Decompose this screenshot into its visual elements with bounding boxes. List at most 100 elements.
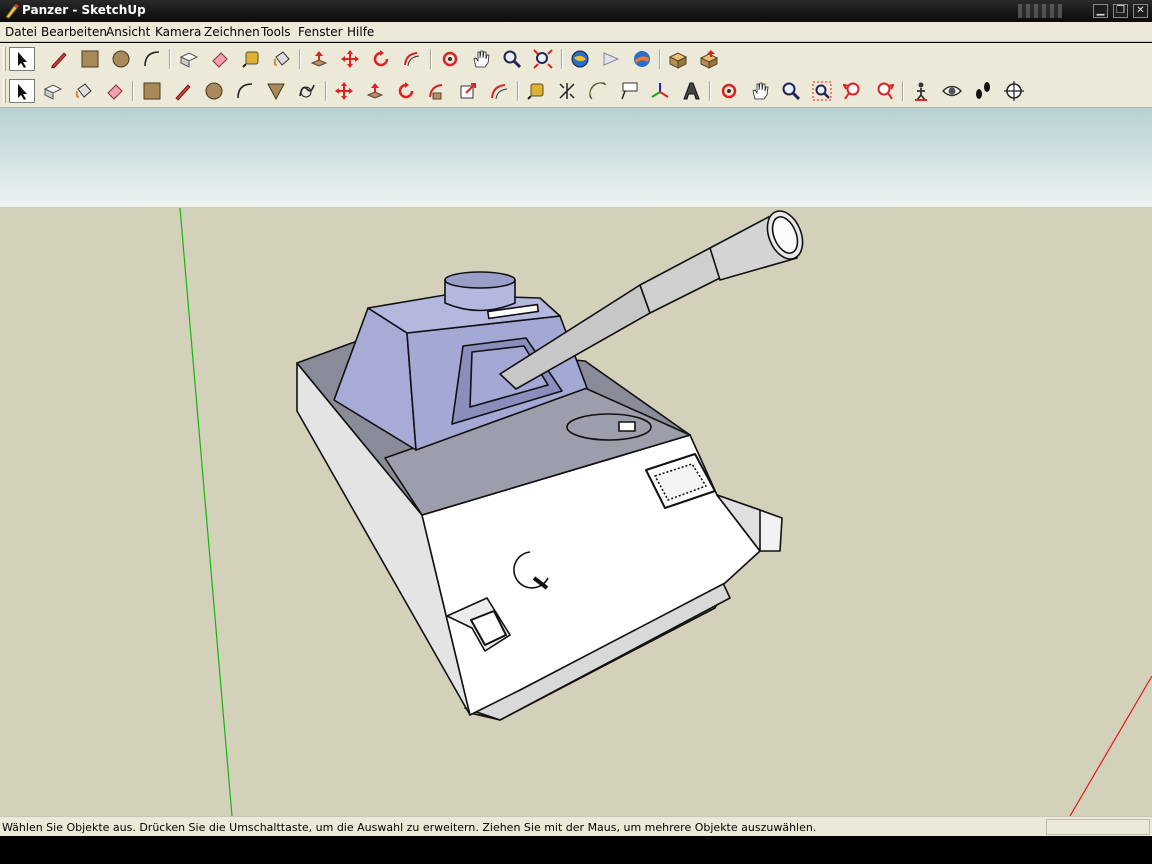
dimension-tool-button[interactable] bbox=[554, 79, 580, 103]
close-button[interactable]: ✕ bbox=[1133, 4, 1148, 18]
scale-tool-button[interactable] bbox=[455, 79, 481, 103]
arc-tool-button[interactable] bbox=[139, 47, 165, 71]
follow-me-button[interactable] bbox=[399, 47, 425, 71]
select-arrow-icon bbox=[18, 52, 27, 68]
axes-tool-button[interactable] bbox=[647, 79, 673, 103]
zoom-extents-button[interactable] bbox=[530, 47, 556, 71]
rotate-tool-button[interactable] bbox=[393, 79, 419, 103]
text-label-icon bbox=[621, 82, 638, 100]
circle-tool-button[interactable] bbox=[108, 47, 134, 71]
arc-tool-button[interactable] bbox=[232, 79, 258, 103]
paint-bucket-icon bbox=[75, 83, 92, 98]
rectangle-tool-button[interactable] bbox=[77, 47, 103, 71]
zoom-tool-button[interactable] bbox=[499, 47, 525, 71]
share-model-icon bbox=[603, 52, 620, 66]
taskbar-area bbox=[0, 836, 1152, 864]
pan-tool-button[interactable] bbox=[747, 79, 773, 103]
polygon-tool-button[interactable] bbox=[263, 79, 289, 103]
toolbar-separator bbox=[709, 81, 711, 101]
protractor-tool-button[interactable] bbox=[585, 79, 611, 103]
eraser-icon bbox=[107, 84, 123, 100]
menu-tools[interactable]: Tools bbox=[261, 25, 291, 39]
menu-bar: Datei Bearbeiten Ansicht Kamera Zeichnen… bbox=[0, 22, 1152, 42]
move-icon bbox=[335, 82, 353, 100]
eraser-tool-button[interactable] bbox=[207, 47, 233, 71]
share-model-button[interactable] bbox=[598, 47, 624, 71]
orbit-tool-button[interactable] bbox=[437, 47, 463, 71]
3d-warehouse-button[interactable] bbox=[567, 47, 593, 71]
status-message: Wählen Sie Objekte aus. Drücken Sie die … bbox=[2, 821, 817, 834]
line-tool-button[interactable] bbox=[46, 47, 72, 71]
position-camera-icon bbox=[915, 82, 927, 101]
rectangle-tool-button[interactable] bbox=[139, 79, 165, 103]
menu-datei[interactable]: Datei bbox=[5, 25, 37, 39]
walk-icon bbox=[976, 82, 990, 99]
menu-zeichnen[interactable]: Zeichnen bbox=[204, 25, 260, 39]
measurements-box[interactable] bbox=[1046, 819, 1150, 835]
look-around-button[interactable] bbox=[939, 79, 965, 103]
share-component-button[interactable] bbox=[696, 47, 722, 71]
toolbar-grip[interactable] bbox=[3, 47, 6, 71]
position-camera-button[interactable] bbox=[908, 79, 934, 103]
dimension-icon bbox=[559, 83, 575, 99]
minimize-button[interactable]: ▁ bbox=[1093, 4, 1108, 18]
previous-view-button[interactable] bbox=[840, 79, 866, 103]
rotate-tool-button[interactable] bbox=[368, 47, 394, 71]
push-pull-button[interactable] bbox=[362, 79, 388, 103]
paint-bucket-button[interactable] bbox=[71, 79, 97, 103]
3d-text-tool-button[interactable] bbox=[678, 79, 704, 103]
zoom-tool-button[interactable] bbox=[778, 79, 804, 103]
make-component-button[interactable] bbox=[40, 79, 66, 103]
tank-model-scene[interactable] bbox=[0, 108, 1152, 816]
google-earth-icon bbox=[634, 51, 650, 67]
axes-icon bbox=[651, 83, 669, 98]
green-axis bbox=[179, 207, 233, 816]
select-arrow-icon bbox=[18, 84, 27, 100]
push-pull-button[interactable] bbox=[306, 47, 332, 71]
orbit-tool-button[interactable] bbox=[716, 79, 742, 103]
zoom-icon bbox=[782, 82, 801, 101]
push-pull-icon bbox=[366, 83, 384, 99]
next-view-icon bbox=[877, 82, 894, 100]
section-plane-button[interactable] bbox=[1001, 79, 1027, 103]
sketchup-app-icon[interactable] bbox=[4, 3, 20, 19]
menu-hilfe[interactable]: Hilfe bbox=[347, 25, 374, 39]
pan-tool-button[interactable] bbox=[468, 47, 494, 71]
walk-tool-button[interactable] bbox=[970, 79, 996, 103]
rotate-icon bbox=[398, 82, 414, 99]
move-tool-button[interactable] bbox=[337, 47, 363, 71]
text-tool-button[interactable] bbox=[616, 79, 642, 103]
maximize-button[interactable]: ❐ bbox=[1113, 4, 1128, 18]
move-tool-button[interactable] bbox=[331, 79, 357, 103]
eraser-tool-button[interactable] bbox=[102, 79, 128, 103]
get-models-button[interactable] bbox=[665, 47, 691, 71]
next-view-button[interactable] bbox=[871, 79, 897, 103]
tape-measure-icon bbox=[242, 51, 259, 68]
make-component-button[interactable] bbox=[176, 47, 202, 71]
select-tool-button[interactable] bbox=[9, 79, 35, 103]
freehand-tool-button[interactable] bbox=[294, 79, 320, 103]
follow-me-button[interactable] bbox=[424, 79, 450, 103]
google-earth-button[interactable] bbox=[629, 47, 655, 71]
tape-measure-button[interactable] bbox=[238, 47, 264, 71]
title-bar-decoration bbox=[1018, 4, 1062, 18]
select-tool-button[interactable] bbox=[9, 47, 35, 71]
scale-icon bbox=[460, 83, 476, 99]
zoom-window-button[interactable] bbox=[809, 79, 835, 103]
menu-kamera[interactable]: Kamera bbox=[155, 25, 201, 39]
3d-viewport[interactable] bbox=[0, 108, 1152, 816]
menu-fenster[interactable]: Fenster bbox=[298, 25, 343, 39]
offset-tool-button[interactable] bbox=[486, 79, 512, 103]
circle-tool-button[interactable] bbox=[201, 79, 227, 103]
tank-model[interactable] bbox=[296, 206, 809, 721]
title-bar: Panzer - SketchUp ▁ ❐ ✕ bbox=[0, 0, 1152, 22]
follow-me-icon bbox=[404, 52, 420, 67]
menu-ansicht[interactable]: Ansicht bbox=[106, 25, 150, 39]
line-tool-button[interactable] bbox=[170, 79, 196, 103]
menu-bearbeiten[interactable]: Bearbeiten bbox=[41, 25, 107, 39]
toolbar-grip[interactable] bbox=[3, 79, 6, 103]
paint-bucket-button[interactable] bbox=[269, 47, 295, 71]
main-toolbar bbox=[0, 43, 1152, 75]
toolbar-separator bbox=[659, 49, 661, 69]
tape-measure-button[interactable] bbox=[523, 79, 549, 103]
